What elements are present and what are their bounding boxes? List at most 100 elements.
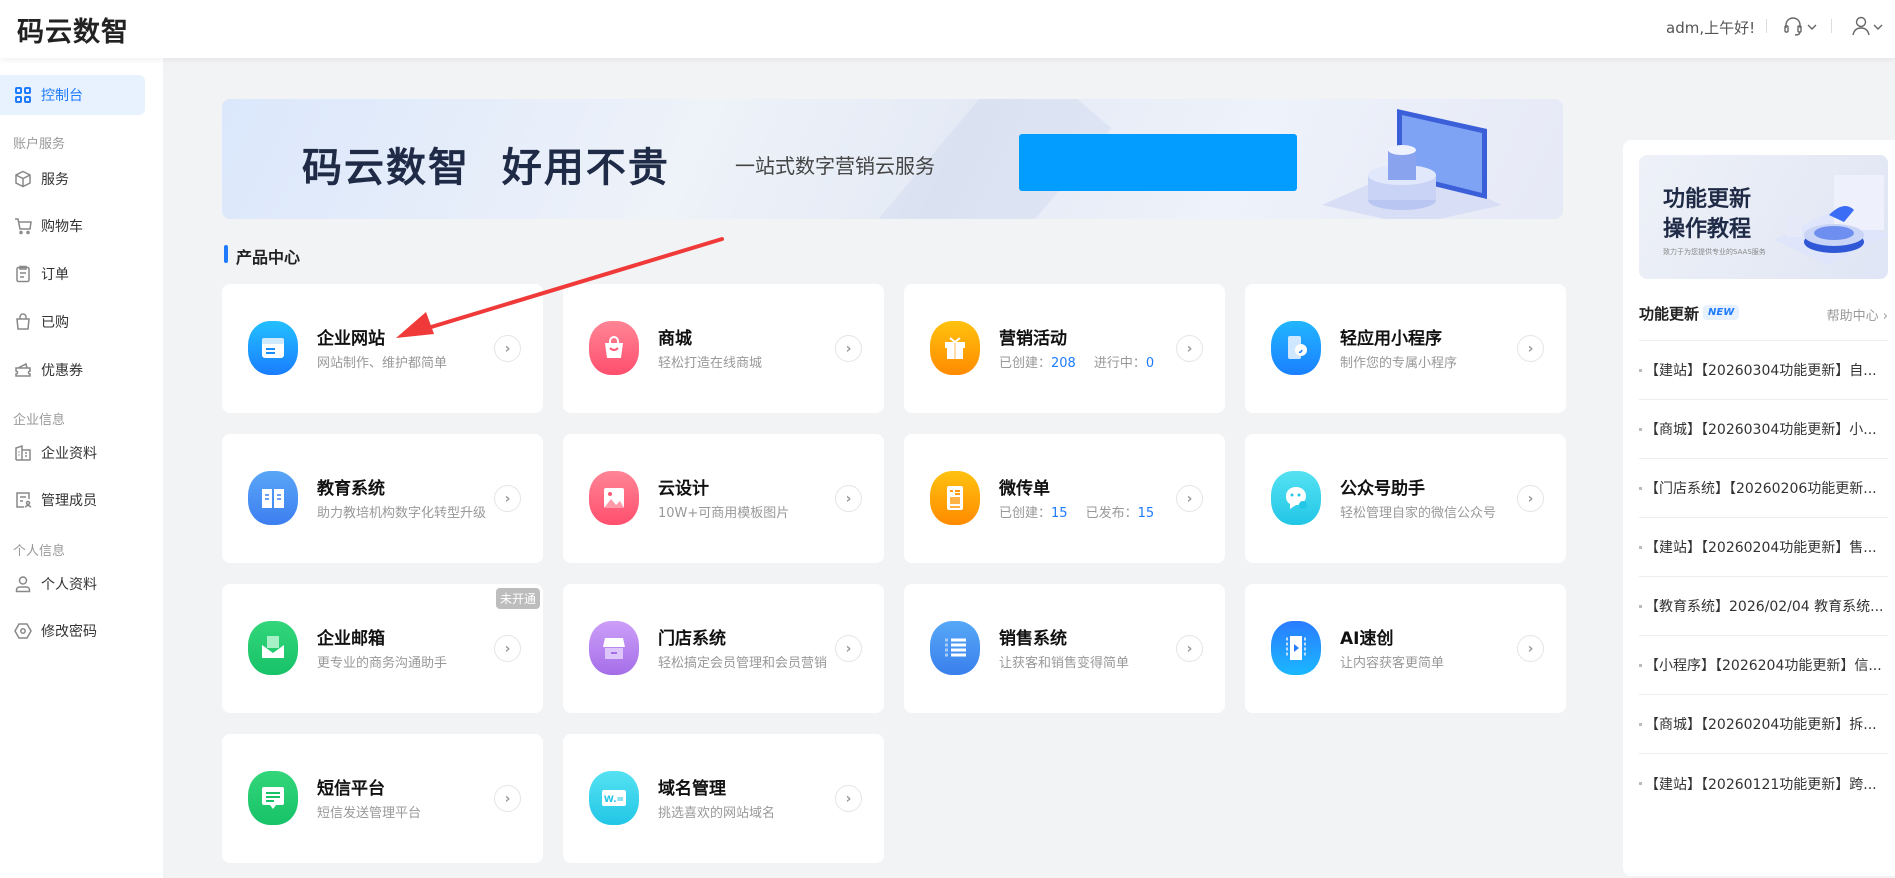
card-title: 企业网站 [317,329,385,349]
user-icon[interactable] [1850,15,1872,37]
card-description: 让获客和销售变得简单 [999,656,1130,671]
product-icon [1271,321,1321,375]
svg-text:W.=: W.= [604,795,624,805]
product-icon [248,321,298,375]
promo-banner[interactable]: 码云数智 好用不贵 一站式数字营销云服务 [222,99,1563,219]
sidebar-item-change-password[interactable]: 修改密码 [0,611,145,651]
product-icon [1271,621,1321,675]
sidebar-group-company: 企业信息 [13,413,66,428]
chevron-right-icon[interactable]: › [494,785,521,812]
headset-icon[interactable] [1782,15,1804,37]
product-card[interactable]: 企业邮箱 更专业的商务沟通助手 › 未开通 [222,584,543,713]
card-title: AI速创 [1340,629,1394,649]
status-badge: 未开通 [495,588,540,609]
update-item[interactable]: 【门店系统】【20260206功能更新... [1639,459,1888,518]
update-item[interactable]: 【建站】【20260304功能更新】自... [1639,341,1888,400]
coupon-icon [15,362,31,377]
sidebar-item-label: 个人资料 [41,577,97,593]
sidebar-item-label: 购物车 [41,219,83,235]
tutorial-banner-title-2: 操作教程 [1663,217,1752,242]
tutorial-banner-title-1: 功能更新 [1663,187,1752,212]
card-description: 网站制作、维护都简单 [317,356,448,371]
product-card[interactable]: 短信平台 短信发送管理平台 › [222,734,543,863]
sidebar-item-personal-profile[interactable]: 个人资料 [0,564,145,604]
chevron-right-icon[interactable]: › [1517,485,1544,512]
update-item[interactable]: 【小程序】【2026204功能更新】信... [1639,636,1888,695]
card-title: 销售系统 [999,629,1067,649]
product-icon [1271,471,1321,525]
sidebar-item-label: 已购 [41,315,69,331]
sidebar-item-cart[interactable]: 购物车 [0,206,145,246]
sidebar: 控制台 账户服务 服务 购物车 订单 已购 优惠券 企业信息 企业资料 管理成员… [0,58,163,878]
product-card[interactable]: 企业网站网站制作、维护都简单 › [222,284,543,413]
product-card[interactable]: 销售系统让获客和销售变得简单 › [904,584,1225,713]
card-title: 营销活动 [999,329,1067,349]
update-item[interactable]: 【商城】【20260204功能更新】拆... [1639,695,1888,754]
product-card[interactable]: AI速创 让内容获客更简单 › [1245,584,1566,713]
update-item[interactable]: 【建站】【20260204功能更新】售... [1639,518,1888,577]
help-center-link[interactable]: 帮助中心 › [1827,305,1888,324]
update-item[interactable]: 【教育系统】2026/02/04 教育系统... [1639,577,1888,636]
chevron-right-icon[interactable]: › [835,785,862,812]
chevron-right-icon[interactable]: › [494,485,521,512]
stat-value: 15 [1137,506,1155,521]
product-card[interactable]: 公众号助手 轻松管理自家的微信公众号 › [1245,434,1566,563]
product-card[interactable]: W.= 域名管理 挑选喜欢的网站域名 › [563,734,884,863]
product-icon [930,321,980,375]
tutorial-illustration [1774,175,1888,265]
chevron-right-icon[interactable]: › [494,335,521,362]
chevron-right-icon[interactable]: › [1517,335,1544,362]
product-icon [930,621,980,675]
product-card[interactable]: 云设计 10W+可商用模板图片 › [563,434,884,563]
chevron-right-icon[interactable]: › [1176,485,1203,512]
sidebar-item-company-profile[interactable]: 企业资料 [0,433,145,473]
chevron-right-icon[interactable]: › [835,335,862,362]
sidebar-item-purchased[interactable]: 已购 [0,302,145,342]
card-description: 轻松管理自家的微信公众号 [1340,506,1497,521]
clipboard-icon [16,265,30,283]
divider [1766,19,1767,33]
update-item[interactable]: 【商城】【20260304功能更新】小... [1639,400,1888,459]
card-stats: 已创建：15 已发布：15 [999,502,1172,521]
chevron-right-icon[interactable]: › [835,635,862,662]
chevron-down-icon[interactable] [1872,15,1884,37]
product-icon [248,621,298,675]
building-icon [15,444,31,461]
product-card[interactable]: 门店系统 轻松搞定会员管理和会员营销 › [563,584,884,713]
product-card[interactable]: 微传单 已创建：15 已发布：15 › [904,434,1225,563]
sidebar-item-label: 企业资料 [41,446,97,462]
chevron-right-icon[interactable]: › [1176,635,1203,662]
bag-icon [16,313,30,330]
product-icon [248,471,298,525]
chevron-right-icon[interactable]: › [1176,335,1203,362]
card-stats: 已创建：208 进行中：0 [999,352,1172,371]
stat-label: 已创建： [999,356,1052,371]
chevron-right-icon[interactable]: › [835,485,862,512]
card-title: 商城 [658,329,692,349]
grid-icon [15,87,31,103]
stat-value: 0 [1145,356,1155,371]
logo[interactable]: 码云数智 [17,10,129,49]
sidebar-item-service[interactable]: 服务 [0,159,145,199]
banner-blue-block [1019,134,1297,191]
chevron-down-icon[interactable] [1806,15,1818,37]
sidebar-item-dashboard[interactable]: 控制台 [0,75,145,115]
sidebar-item-members[interactable]: 管理成员 [0,480,145,520]
chevron-right-icon[interactable]: › [1517,635,1544,662]
card-description: 助力教培机构数字化转型升级 [317,506,487,521]
tutorial-banner[interactable]: 功能更新 操作教程 致力于为您提供专业的SAAS服务 [1639,155,1888,279]
product-card[interactable]: 轻应用小程序 制作您的专属小程序 › [1245,284,1566,413]
sidebar-item-orders[interactable]: 订单 [0,254,145,294]
product-card[interactable]: 教育系统 助力教培机构数字化转型升级 › [222,434,543,563]
product-card[interactable]: 商城 轻松打造在线商城 › [563,284,884,413]
sidebar-item-label: 优惠券 [41,363,83,379]
members-icon [16,492,32,508]
update-item[interactable]: 【建站】【20260121功能更新】跨... [1639,754,1888,813]
product-card[interactable]: 营销活动已创建：208 进行中：0 › [904,284,1225,413]
chevron-right-icon[interactable]: › [494,635,521,662]
sidebar-item-coupons[interactable]: 优惠券 [0,350,145,390]
stat-label: 已创建： [999,506,1052,521]
sidebar-item-label: 管理成员 [41,493,97,509]
updates-panel: 功能更新 操作教程 致力于为您提供专业的SAAS服务 功能更新 NEW 帮助中心 … [1623,140,1895,876]
stat-value: 15 [1051,506,1068,521]
